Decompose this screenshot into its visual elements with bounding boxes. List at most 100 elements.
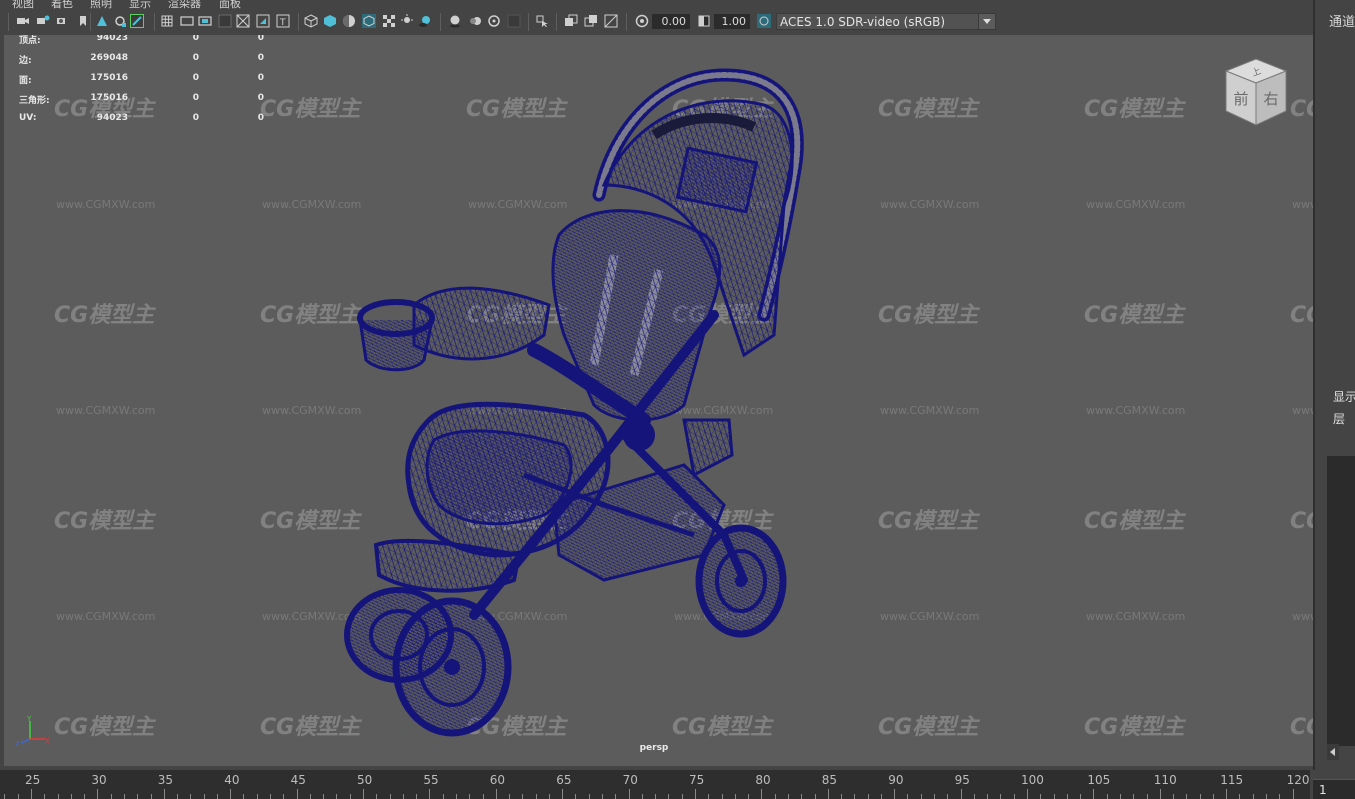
- camera-select-icon[interactable]: [16, 14, 30, 28]
- gamma-field[interactable]: 1.00: [714, 14, 750, 29]
- timeline-tick: [389, 794, 391, 799]
- poly-count-hud: 顶点: 94023 0 0 边: 269048 0 0 面: 175016 0 …: [4, 35, 304, 135]
- hud-value: 0: [257, 73, 264, 83]
- time-slider[interactable]: 25 30 35 40 45 50 55 60 65 70 75 80 85 90 95 100 105 110 1…: [0, 770, 1310, 799]
- maya-window: 视图 着色 照明 显示 渲染器 面板 T 0.00 1.00 ACES 1.0 …: [0, 0, 1355, 799]
- channel-box-tab[interactable]: 通道: [1329, 11, 1355, 30]
- layer-list[interactable]: [1327, 456, 1355, 746]
- bookmark-camera-icon[interactable]: [56, 14, 70, 28]
- 2d-pan-zoom-icon[interactable]: [113, 14, 127, 28]
- toolbar-separator: [298, 13, 299, 31]
- rear-wheel: [695, 524, 787, 638]
- field-chart-icon[interactable]: [236, 14, 250, 28]
- camera-attributes-icon[interactable]: [36, 14, 50, 28]
- timeline-tick: [655, 794, 657, 799]
- timeline-tick: [270, 794, 272, 799]
- color-management-dropdown[interactable]: ACES 1.0 SDR-video (sRGB): [776, 13, 996, 30]
- isolate-select-icon[interactable]: [535, 14, 549, 28]
- wireframe-on-shaded-icon[interactable]: [362, 14, 376, 28]
- view-transform-icon[interactable]: [757, 14, 771, 28]
- scroll-left-icon[interactable]: [1327, 744, 1339, 760]
- hud-row-vertices: 顶点: 94023 0 0: [4, 35, 304, 47]
- exposure-field[interactable]: 0.00: [652, 14, 690, 29]
- menu-show[interactable]: 显示: [129, 0, 151, 9]
- timeline-label: 50: [357, 773, 373, 787]
- viewcube[interactable]: 上 前 右: [1220, 55, 1292, 131]
- grease-pencil-icon[interactable]: [130, 14, 144, 28]
- use-all-lights-icon[interactable]: [400, 14, 414, 28]
- hud-row-triangles: 三角形: 175016 0 0: [4, 93, 304, 107]
- smooth-shade-icon[interactable]: [323, 14, 337, 28]
- timeline-tick: [376, 794, 378, 799]
- timeline-tick: [1119, 794, 1121, 799]
- toolbar-separator: [8, 13, 9, 31]
- menu-lighting[interactable]: 照明: [90, 0, 112, 9]
- panel-menu-bar: 视图 着色 照明 显示 渲染器 面板: [0, 0, 1315, 9]
- timeline-tick: [97, 789, 99, 799]
- depth-of-field-icon[interactable]: [507, 14, 521, 28]
- seat-cushion: [425, 429, 573, 526]
- bookmark-icon[interactable]: [76, 14, 90, 28]
- timeline-tick: [84, 794, 86, 799]
- shadows-icon[interactable]: [418, 14, 432, 28]
- exposure-icon[interactable]: [635, 14, 649, 28]
- stroller-wireframe-model[interactable]: [4, 35, 1313, 766]
- multisample-aa-icon[interactable]: [487, 14, 501, 28]
- motion-blur-icon[interactable]: [468, 14, 482, 28]
- timeline-tick: [867, 794, 869, 799]
- timeline-tick: [495, 789, 497, 799]
- layer-tab[interactable]: 层: [1333, 410, 1345, 427]
- hud-label: 三角形:: [19, 96, 50, 106]
- timeline-label: 70: [622, 773, 638, 787]
- timeline-tick: [1040, 794, 1042, 799]
- svg-text:T: T: [279, 18, 286, 28]
- screen-space-ao-icon[interactable]: [448, 14, 462, 28]
- menu-panels[interactable]: 面板: [219, 0, 241, 9]
- gamma-icon[interactable]: [697, 14, 711, 28]
- timeline-tick: [243, 794, 245, 799]
- timeline-tick: [123, 794, 125, 799]
- gate-mask-icon[interactable]: [218, 14, 232, 28]
- timeline-tick: [761, 789, 763, 799]
- timeline-tick: [1212, 794, 1214, 799]
- panel-toolbar: T 0.00 1.00 ACES 1.0 SDR-video (sRGB): [0, 9, 1315, 35]
- default-material-icon[interactable]: [342, 14, 356, 28]
- xray-icon[interactable]: [564, 14, 578, 28]
- viewcube-front-label: 前: [1233, 90, 1248, 108]
- xray-active-components-icon[interactable]: [604, 14, 618, 28]
- timeline-tick: [110, 794, 112, 799]
- timeline-tick: [429, 789, 431, 799]
- display-tab[interactable]: 显示: [1333, 388, 1355, 405]
- menu-shading[interactable]: 着色: [51, 0, 73, 9]
- timeline-tick: [920, 794, 922, 799]
- timeline-tick: [522, 794, 524, 799]
- timeline-tick: [1053, 794, 1055, 799]
- hud-row-uvs: UV: 94023 0 0: [4, 113, 304, 127]
- safe-title-icon[interactable]: T: [276, 14, 290, 28]
- current-frame-field[interactable]: 1: [1313, 779, 1355, 799]
- wireframe-mode-icon[interactable]: [304, 14, 318, 28]
- timeline-tick: [442, 794, 444, 799]
- timeline-tick: [1226, 789, 1228, 799]
- textured-icon[interactable]: [382, 14, 396, 28]
- chevron-down-icon[interactable]: [978, 14, 995, 29]
- menu-renderer[interactable]: 渲染器: [168, 0, 201, 9]
- front-wheel-right: [392, 597, 512, 737]
- timeline-tick: [455, 794, 457, 799]
- xray-joints-icon[interactable]: [584, 14, 598, 28]
- image-plane-icon[interactable]: [95, 14, 109, 28]
- menu-view[interactable]: 视图: [12, 0, 34, 9]
- timeline-label: 105: [1087, 773, 1111, 787]
- perspective-viewport[interactable]: CG模型主CG模型主CG模型主CG模型主CG模型主CG模型主CG模型主CG模型主…: [4, 35, 1313, 766]
- timeline-tick: [1199, 794, 1201, 799]
- safe-action-icon[interactable]: [256, 14, 270, 28]
- hud-row-faces: 面: 175016 0 0: [4, 73, 304, 87]
- resolution-gate-icon[interactable]: [198, 14, 212, 28]
- viewcube-right-label: 右: [1263, 90, 1278, 108]
- seat-back: [551, 209, 722, 422]
- grid-icon[interactable]: [160, 14, 174, 28]
- timeline-tick: [1133, 794, 1135, 799]
- film-gate-icon[interactable]: [180, 14, 194, 28]
- timeline-tick: [137, 794, 139, 799]
- timeline-label: 100: [1021, 773, 1044, 787]
